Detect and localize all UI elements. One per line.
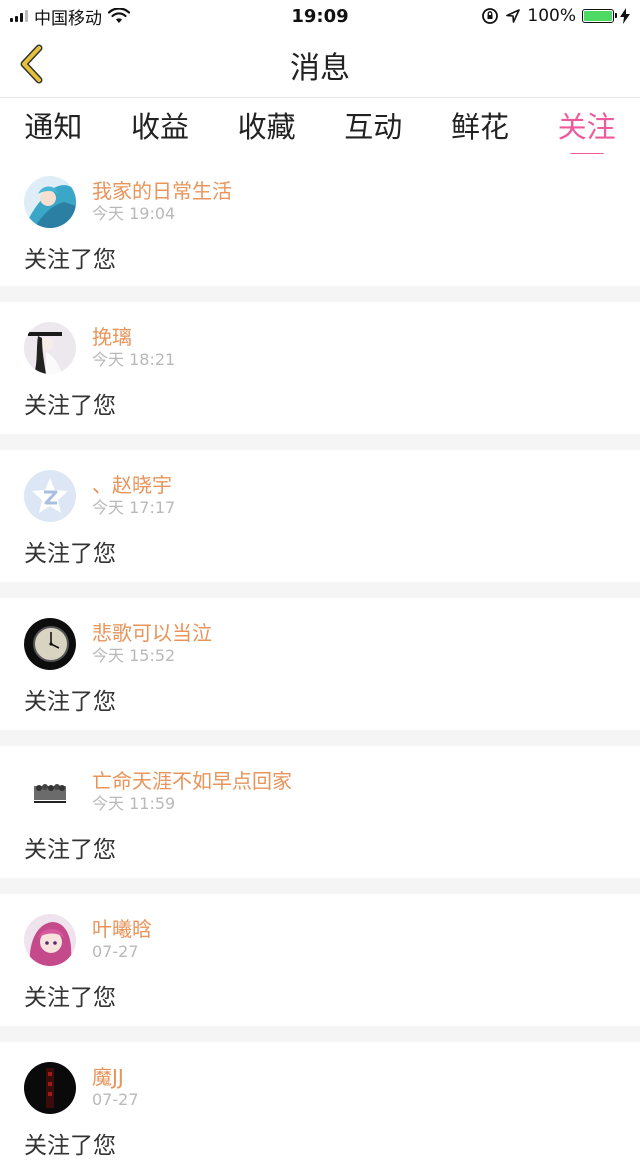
list-item[interactable]: 亡命天涯不如早点回家 今天 11:59 关注了您 bbox=[0, 746, 640, 878]
message-text: 关注了您 bbox=[24, 985, 116, 1011]
notification-list: 我家的日常生活 今天 19:04 关注了您 挽璃 今天 18:21 关注了您 、… bbox=[0, 154, 640, 1174]
message-text: 关注了您 bbox=[24, 837, 116, 863]
tab-follows[interactable]: 关注 bbox=[558, 98, 616, 146]
username[interactable]: 悲歌可以当泣 bbox=[92, 621, 212, 645]
username[interactable]: 叶曦晗 bbox=[92, 917, 152, 941]
carrier-label: 中国移动 bbox=[34, 8, 102, 29]
tab-notice[interactable]: 通知 bbox=[24, 98, 82, 146]
tab-flowers[interactable]: 鲜花 bbox=[451, 98, 509, 146]
list-item[interactable]: 挽璃 今天 18:21 关注了您 bbox=[0, 302, 640, 434]
username[interactable]: 亡命天涯不如早点回家 bbox=[92, 769, 292, 793]
charging-bolt-icon bbox=[620, 8, 630, 24]
avatar[interactable] bbox=[24, 322, 76, 374]
timestamp: 今天 11:59 bbox=[92, 794, 176, 813]
timestamp: 今天 17:17 bbox=[92, 498, 176, 517]
battery-percent: 100% bbox=[527, 6, 576, 26]
tab-favorites[interactable]: 收藏 bbox=[238, 98, 296, 146]
tab-bar: 通知 收益 收藏 互动 鲜花 关注 bbox=[0, 98, 640, 154]
avatar[interactable] bbox=[24, 618, 76, 670]
avatar[interactable] bbox=[24, 176, 76, 228]
rotation-lock-icon bbox=[482, 8, 499, 24]
default-qq-avatar-icon bbox=[24, 470, 76, 522]
ink-painting-avatar-icon bbox=[24, 322, 76, 374]
timestamp: 07-27 bbox=[92, 942, 139, 961]
list-item[interactable]: 、赵晓宇 今天 17:17 关注了您 bbox=[0, 450, 640, 582]
tab-interactions[interactable]: 互动 bbox=[344, 98, 402, 146]
status-right: 100% bbox=[481, 6, 630, 26]
message-text: 关注了您 bbox=[24, 541, 116, 567]
username[interactable]: 挽璃 bbox=[92, 325, 175, 349]
dark-photo-avatar-icon bbox=[24, 1062, 76, 1114]
message-text: 关注了您 bbox=[24, 393, 116, 419]
username[interactable]: 魔JJ bbox=[92, 1065, 139, 1089]
anime-pink-hair-avatar-icon bbox=[24, 914, 76, 966]
group-photo-avatar-icon bbox=[24, 766, 76, 818]
nav-bar: 消息 bbox=[0, 32, 640, 98]
message-text: 关注了您 bbox=[24, 247, 116, 273]
battery-icon bbox=[582, 9, 617, 23]
timestamp: 今天 18:21 bbox=[92, 350, 176, 369]
timestamp: 07-27 bbox=[92, 1090, 139, 1109]
battery-level-fill bbox=[584, 11, 612, 21]
username[interactable]: 我家的日常生活 bbox=[92, 179, 232, 203]
avatar[interactable] bbox=[24, 470, 76, 522]
signal-icon bbox=[10, 10, 28, 22]
avatar[interactable] bbox=[24, 766, 76, 818]
clock-photo-avatar-icon bbox=[24, 618, 76, 670]
timestamp: 今天 15:52 bbox=[92, 646, 176, 665]
list-item[interactable]: 叶曦晗 07-27 关注了您 bbox=[0, 894, 640, 1026]
avatar[interactable] bbox=[24, 914, 76, 966]
wifi-icon bbox=[108, 8, 130, 23]
chevron-left-icon bbox=[20, 44, 43, 84]
status-bar: 中国移动 19:09 100% bbox=[0, 0, 640, 32]
message-text: 关注了您 bbox=[24, 689, 116, 715]
back-button[interactable] bbox=[12, 44, 52, 84]
status-left: 中国移动 bbox=[10, 4, 130, 29]
list-item[interactable]: 魔JJ 07-27 关注了您 bbox=[0, 1042, 640, 1174]
timestamp: 今天 19:04 bbox=[92, 204, 176, 223]
avatar[interactable] bbox=[24, 1062, 76, 1114]
username[interactable]: 、赵晓宇 bbox=[92, 473, 175, 497]
location-arrow-icon bbox=[506, 9, 521, 23]
list-item[interactable]: 悲歌可以当泣 今天 15:52 关注了您 bbox=[0, 598, 640, 730]
page-title: 消息 bbox=[290, 50, 350, 86]
anime-blue-hair-avatar-icon bbox=[24, 176, 76, 228]
list-item[interactable]: 我家的日常生活 今天 19:04 关注了您 bbox=[0, 154, 640, 286]
message-text: 关注了您 bbox=[24, 1133, 116, 1159]
tab-earnings[interactable]: 收益 bbox=[131, 98, 189, 146]
